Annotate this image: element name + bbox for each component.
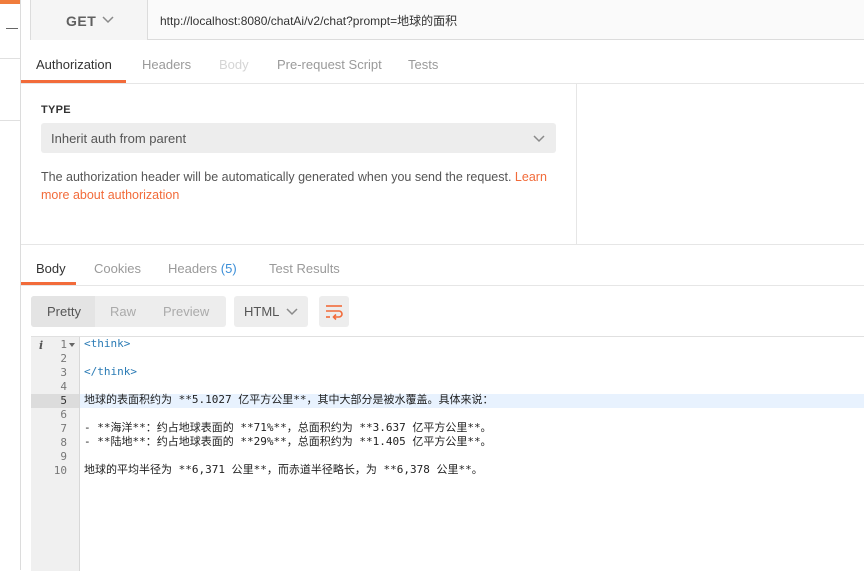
tab-response-body[interactable]: Body: [36, 261, 66, 276]
tab-body[interactable]: Body: [219, 57, 249, 72]
authorization-panel: TYPE Inherit auth from parent The author…: [21, 84, 577, 244]
url-input[interactable]: http://localhost:8080/chatAi/v2/chat?pro…: [160, 12, 457, 29]
auth-type-select[interactable]: Inherit auth from parent: [41, 123, 556, 153]
response-body-editor[interactable]: i 1 2 3 4 5 6 7 8 9 10 <think> </think> …: [31, 336, 864, 571]
wrap-lines-icon: [326, 305, 343, 321]
method-select[interactable]: GET: [31, 0, 148, 40]
view-mode-group: Pretty Raw Preview: [31, 296, 226, 327]
sidebar-active-marker: [0, 0, 20, 4]
sidebar-edge: [0, 0, 21, 570]
code-line: 地球的表面积约为 **5.1027 亿平方公里**，其中大部分是被水覆盖。具体来…: [84, 393, 494, 406]
auth-description: The authorization header will be automat…: [41, 168, 561, 204]
preview-button[interactable]: Preview: [163, 304, 209, 319]
chevron-down-icon: [533, 135, 545, 143]
line-number: 2: [60, 352, 67, 365]
tab-test-results[interactable]: Test Results: [269, 261, 340, 276]
code-line: </think>: [84, 365, 137, 378]
format-label: HTML: [244, 304, 280, 319]
line-number: 8: [60, 436, 67, 449]
headers-count-badge: (5): [220, 261, 237, 276]
divider: [0, 58, 20, 59]
line-number-gutter: i 1 2 3 4 5 6 7 8 9 10: [31, 337, 80, 571]
line-number: 10: [53, 464, 67, 477]
line-number: 1: [60, 338, 67, 351]
line-number: 4: [60, 380, 67, 393]
line-number: 9: [60, 450, 67, 463]
raw-button[interactable]: Raw: [110, 304, 136, 319]
headers-label: Headers: [168, 261, 218, 276]
request-url-bar: GET http://localhost:8080/chatAi/v2/chat…: [30, 0, 864, 40]
type-label: TYPE: [41, 104, 71, 116]
line-number: 7: [60, 422, 67, 435]
chevron-down-icon: [286, 308, 298, 316]
auth-type-value: Inherit auth from parent: [51, 131, 187, 146]
line-number: 5: [60, 394, 67, 407]
code-line: 地球的平均半径为 **6,371 公里**，而赤道半径略长，为 **6,378 …: [84, 463, 483, 476]
tab-headers[interactable]: Headers: [142, 57, 191, 72]
format-select[interactable]: HTML: [234, 296, 308, 327]
tab-tests[interactable]: Tests: [408, 57, 438, 72]
auth-description-text: The authorization header will be automat…: [41, 170, 512, 184]
tab-pre-request-script[interactable]: Pre-request Script: [277, 57, 382, 72]
response-divider: [21, 244, 864, 245]
chevron-down-icon: [102, 16, 114, 24]
code-line: <think>: [84, 337, 131, 350]
active-tab-indicator: [21, 80, 126, 83]
code-line: - **陆地**：约占地球表面的 **29%**，总面积约为 **1.405 亿…: [84, 435, 492, 448]
line-number: 6: [60, 408, 67, 421]
divider: [0, 120, 20, 121]
wrap-lines-button[interactable]: [319, 296, 349, 327]
tab-authorization[interactable]: Authorization: [36, 57, 112, 72]
tab-cookies[interactable]: Cookies: [94, 261, 141, 276]
pretty-button[interactable]: Pretty: [47, 304, 81, 319]
fold-arrow-icon[interactable]: [69, 343, 75, 347]
active-response-tab-indicator: [21, 282, 76, 285]
code-line: - **海洋**：约占地球表面的 **71%**，总面积约为 **3.637 亿…: [84, 421, 492, 434]
response-tabs: Body Cookies Headers (5) Test Results: [21, 252, 864, 286]
request-tabs: Authorization Headers Body Pre-request S…: [21, 50, 864, 84]
method-label: GET: [66, 13, 97, 29]
collapse-icon[interactable]: [6, 28, 18, 29]
line-number: 3: [60, 366, 67, 379]
tab-response-headers[interactable]: Headers (5): [168, 261, 237, 276]
